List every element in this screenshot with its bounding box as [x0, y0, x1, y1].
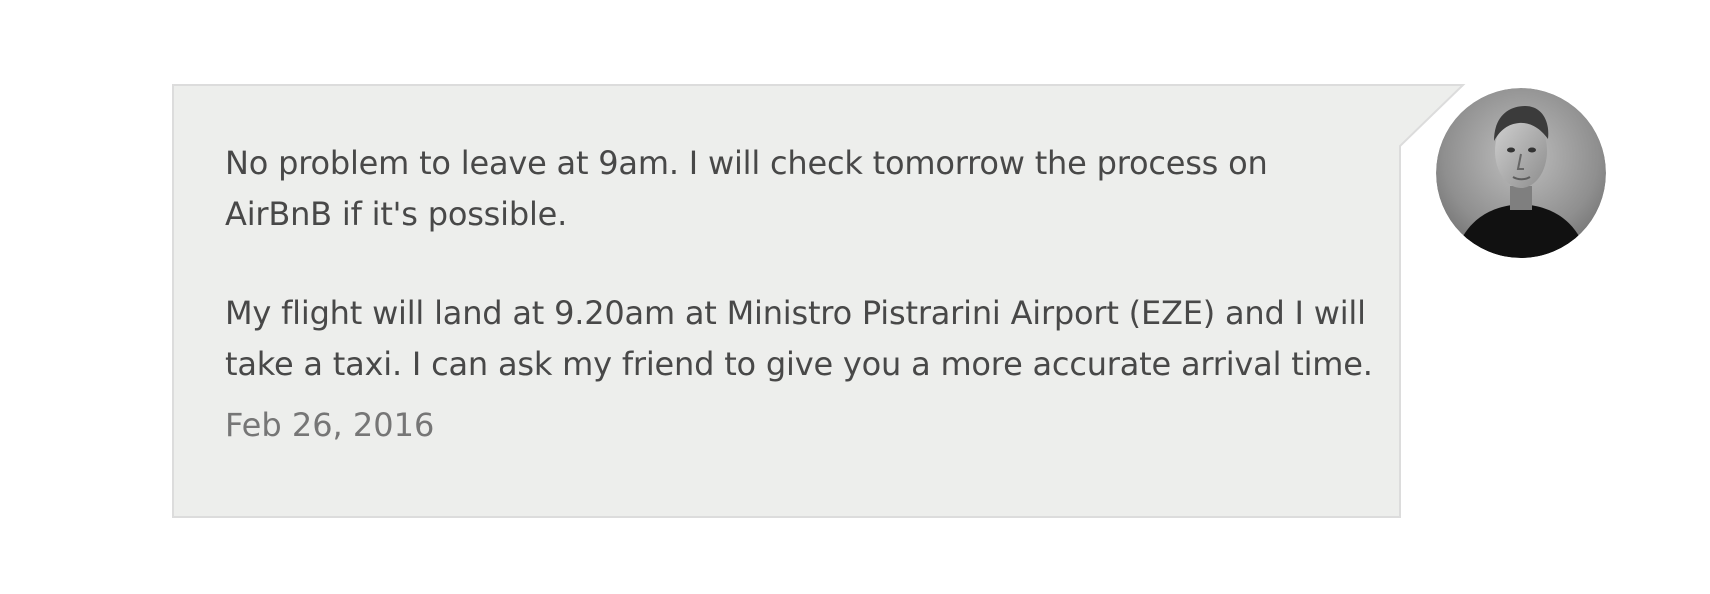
- user-photo-avatar-icon: [1436, 88, 1606, 258]
- message-timestamp: Feb 26, 2016: [225, 406, 435, 444]
- avatar[interactable]: [1436, 88, 1606, 258]
- message-thread: No problem to leave at 9am. I will check…: [0, 0, 1710, 594]
- message-content: No problem to leave at 9am. I will check…: [225, 138, 1375, 451]
- message-paragraph-2: My flight will land at 9.20am at Ministr…: [225, 294, 1373, 383]
- message-paragraph-1: No problem to leave at 9am. I will check…: [225, 144, 1268, 233]
